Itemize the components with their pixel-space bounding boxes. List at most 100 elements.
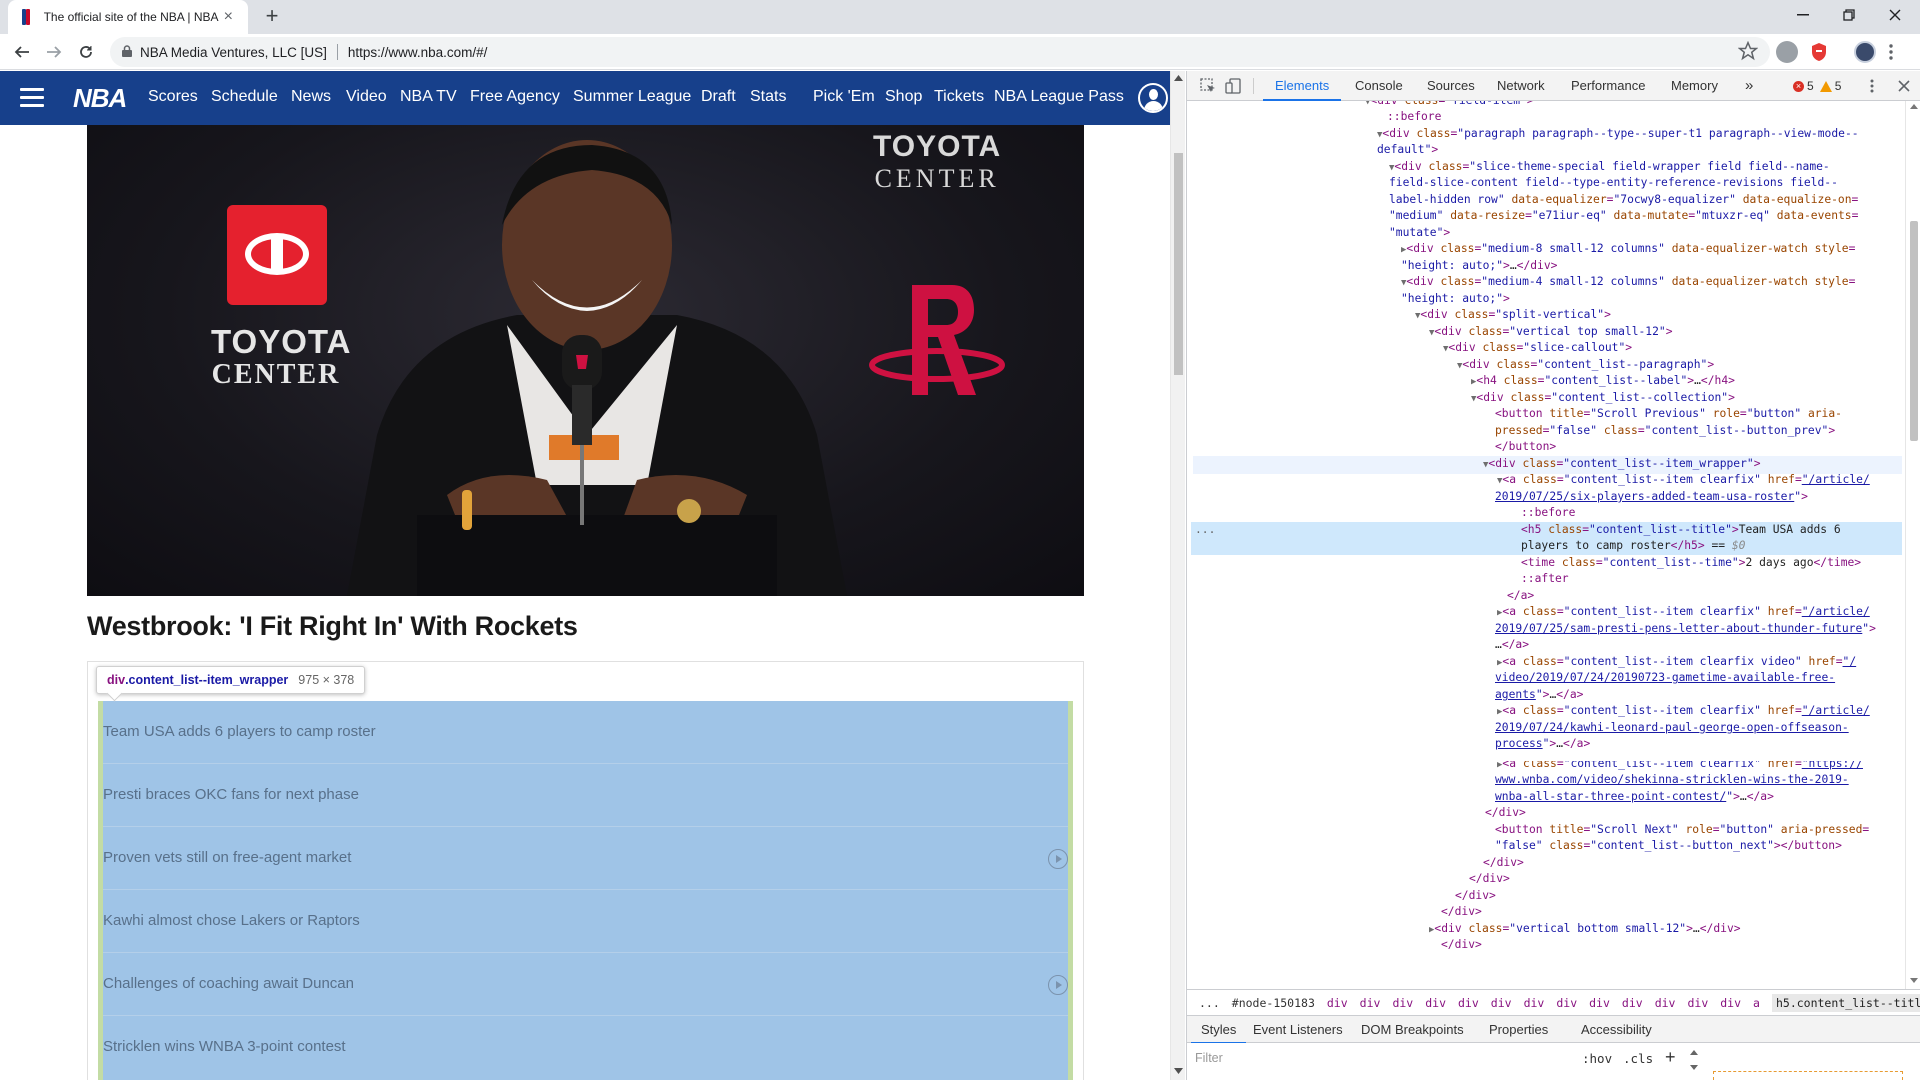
dom-node[interactable]: </button> [1495, 439, 1556, 456]
dom-tree[interactable]: ▼<div class="field-item"> ::before ▼<div… [1187, 101, 1902, 761]
tab-performance[interactable]: Performance [1559, 71, 1657, 101]
nav-pick-em[interactable]: Pick 'Em [813, 88, 875, 106]
nav-shop[interactable]: Shop [885, 88, 922, 106]
dom-node[interactable]: "height: auto;"> [1401, 291, 1510, 308]
bookmark-star-icon[interactable] [1737, 40, 1760, 63]
browser-tab[interactable]: The official site of the NBA | NBA × [8, 0, 248, 34]
dom-node[interactable]: wnba-all-star-three-point-contest/">…</a… [1495, 789, 1774, 806]
breadcrumb-item[interactable]: div [1327, 996, 1348, 1010]
content-list-item[interactable]: Team USA adds 6 players to camp roster [103, 701, 1068, 764]
breadcrumb-item[interactable]: div [1392, 996, 1413, 1010]
hover-state-toggle[interactable]: :hov [1582, 1051, 1612, 1066]
dom-node[interactable]: …</a> [1495, 637, 1529, 654]
dom-node[interactable]: <button title="Scroll Next" role="button… [1495, 822, 1869, 839]
close-devtools-icon[interactable] [1895, 77, 1913, 95]
dom-node[interactable]: "false" class="content_list--button_next… [1495, 838, 1842, 855]
device-toolbar-icon[interactable] [1225, 77, 1243, 95]
dom-node[interactable]: www.wnba.com/video/shekinna-stricklen-wi… [1495, 772, 1849, 789]
dom-node[interactable]: ::after [1521, 571, 1569, 588]
dom-node[interactable]: </div> [1483, 855, 1524, 872]
dom-node[interactable]: ▼<div class="split-vertical"> [1415, 307, 1611, 325]
dom-node[interactable]: label-hidden row" data-equalizer="7ocwy8… [1389, 192, 1858, 209]
dom-node[interactable]: ▼<div class="vertical top small-12"> [1429, 324, 1673, 342]
extension-icon-1[interactable] [1776, 41, 1798, 63]
dom-node[interactable]: ▼<div class="slice-callout"> [1443, 340, 1632, 358]
tab-close-icon[interactable]: × [219, 8, 238, 26]
nav-scores[interactable]: Scores [148, 88, 198, 106]
nav-stats[interactable]: Stats [750, 88, 786, 106]
content-list-item[interactable]: Kawhi almost chose Lakers or Raptors [103, 890, 1068, 953]
dom-tree-scrollbar[interactable] [1905, 101, 1920, 989]
tab-styles[interactable]: Styles [1191, 1016, 1247, 1044]
dom-node[interactable]: ▶<a class="content_list--item clearfix" … [1497, 703, 1870, 721]
dom-node[interactable]: ▶<div class="vertical bottom small-12">…… [1429, 921, 1741, 939]
dom-node[interactable]: 2019/07/25/six-players-added-team-usa-ro… [1495, 489, 1808, 506]
back-icon[interactable] [8, 38, 36, 66]
dom-node[interactable]: agents">…</a> [1495, 687, 1583, 704]
dom-node[interactable]: pressed="false" class="content_list--but… [1495, 423, 1835, 440]
breadcrumb-item[interactable]: div [1524, 996, 1545, 1010]
hamburger-menu-icon[interactable] [20, 88, 44, 108]
dom-node[interactable]: "medium" data-resize="e71iur-eq" data-mu… [1389, 208, 1858, 225]
nav-free-agency[interactable]: Free Agency [470, 88, 560, 106]
profile-avatar[interactable] [1854, 41, 1876, 63]
page-scrollbar-thumb[interactable] [1174, 153, 1183, 375]
dom-node[interactable]: ▶<div class="medium-8 small-12 columns" … [1401, 241, 1855, 259]
dom-scrollbar-thumb[interactable] [1910, 221, 1918, 441]
lock-icon[interactable] [122, 44, 132, 60]
content-list-item[interactable]: Stricklen wins WNBA 3-point contest [103, 1016, 1068, 1079]
restore-icon[interactable] [1826, 0, 1872, 30]
browser-menu-icon[interactable] [1888, 43, 1894, 65]
content-list-item[interactable]: Presti braces OKC fans for next phase [103, 764, 1068, 827]
dom-node[interactable]: ▼<a class="content_list--item clearfix" … [1497, 472, 1870, 490]
dom-node[interactable]: ::before [1521, 505, 1575, 522]
nav-summer-league[interactable]: Summer League [573, 88, 691, 106]
tab-network[interactable]: Network [1485, 71, 1557, 101]
nav-nba-tv[interactable]: NBA TV [400, 88, 457, 106]
dom-tree-continued[interactable]: ▶<a class="content_list--item clearfix v… [1187, 761, 1902, 989]
tab-event-listeners[interactable]: Event Listeners [1243, 1016, 1353, 1044]
dom-node[interactable]: ▶<a class="content_list--item clearfix" … [1497, 604, 1870, 622]
dom-node[interactable]: ▶<a class="content_list--item clearfix v… [1497, 654, 1856, 672]
dom-node[interactable]: </div> [1441, 937, 1482, 954]
dom-node[interactable]: ▼<div class="content_list--paragraph"> [1457, 357, 1714, 375]
dom-node[interactable]: </a> [1507, 588, 1534, 605]
tab-dom-breakpoints[interactable]: DOM Breakpoints [1351, 1016, 1474, 1044]
hero-image[interactable]: TOYOTA CENTER TOYOTA CENTER [87, 125, 1084, 596]
breadcrumb-item[interactable]: div [1491, 996, 1512, 1010]
selected-dom-node[interactable]: players to camp roster</h5> == $0 [1191, 538, 1902, 555]
dom-node[interactable]: </div> [1441, 904, 1482, 921]
user-profile-icon[interactable] [1138, 83, 1168, 113]
dom-node[interactable]: ▼<div class="paragraph paragraph--type--… [1377, 126, 1859, 144]
tab-accessibility[interactable]: Accessibility [1571, 1016, 1662, 1044]
more-tabs-icon[interactable]: » [1733, 71, 1765, 101]
devtools-menu-icon[interactable] [1863, 77, 1881, 95]
breadcrumb-item[interactable]: ... [1199, 996, 1220, 1010]
dom-node[interactable]: <button title="Scroll Previous" role="bu… [1495, 406, 1842, 423]
nav-draft[interactable]: Draft [701, 88, 736, 106]
page-scrollbar[interactable] [1170, 71, 1185, 1080]
class-toggle[interactable]: .cls [1623, 1051, 1653, 1066]
minimize-icon[interactable] [1780, 0, 1826, 30]
tab-sources[interactable]: Sources [1415, 71, 1487, 101]
dom-node[interactable]: ▼<div class="content_list--collection"> [1471, 390, 1735, 408]
nav-tickets[interactable]: Tickets [934, 88, 984, 106]
nav-schedule[interactable]: Schedule [211, 88, 278, 106]
tab-memory[interactable]: Memory [1659, 71, 1730, 101]
dom-node[interactable]: 2019/07/25/sam-presti-pens-letter-about-… [1495, 621, 1876, 638]
tab-console[interactable]: Console [1343, 71, 1415, 101]
breadcrumb-item[interactable]: div [1360, 996, 1381, 1010]
close-window-icon[interactable] [1872, 0, 1918, 30]
dom-node[interactable]: ▼<div class="slice-theme-special field-w… [1389, 159, 1830, 177]
article-headline[interactable]: Westbrook: 'I Fit Right In' With Rockets [87, 611, 578, 642]
dom-node[interactable]: </div> [1469, 871, 1510, 888]
new-style-rule-button[interactable]: + [1665, 1047, 1676, 1068]
breadcrumb-item[interactable]: div [1458, 996, 1479, 1010]
styles-filter-input[interactable]: Filter [1195, 1051, 1223, 1065]
breadcrumb-item[interactable]: a [1753, 996, 1760, 1010]
forward-icon[interactable] [40, 38, 68, 66]
dom-node[interactable]: ▼<div class="medium-4 small-12 columns" … [1401, 274, 1855, 292]
nba-logo[interactable]: NBA [70, 81, 127, 115]
more-options-icon[interactable]: ... [1195, 522, 1215, 539]
dom-node[interactable]: "mutate"> [1389, 225, 1450, 242]
